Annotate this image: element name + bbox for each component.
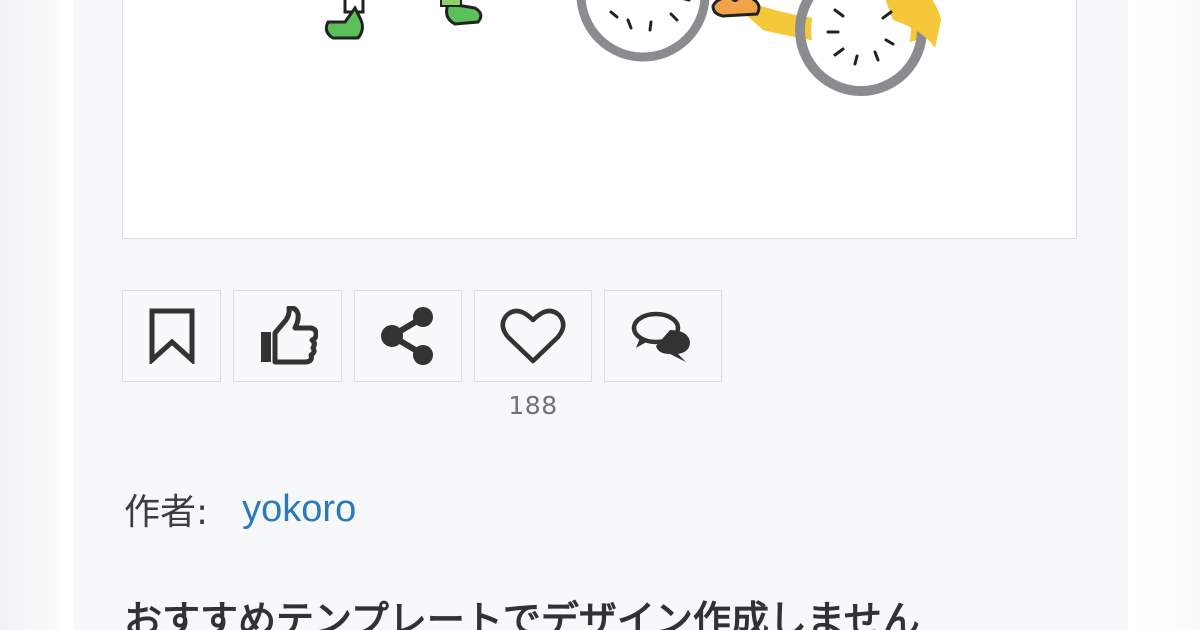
template-preview-image[interactable] [122, 0, 1077, 239]
bicycle-drawing [576, 0, 941, 96]
bookmark-button[interactable] [122, 290, 221, 382]
author-label: 作者: [124, 492, 209, 533]
heart-icon [500, 308, 566, 364]
share-button[interactable] [354, 290, 462, 382]
right-gutter [1130, 0, 1200, 630]
like-button[interactable] [233, 290, 342, 382]
author-row: 作者: yokoro [124, 484, 356, 534]
left-gutter [0, 0, 60, 630]
promo-heading: おすすめテンプレートでデザイン作成しません [124, 598, 920, 630]
comment-icon [631, 311, 690, 362]
favorite-count: 188 [508, 391, 558, 420]
page: 188 作者: yokoro おすすめテンプレートでデザイン作成しません [0, 0, 1200, 630]
child-legs-illustration [324, 0, 483, 40]
bookmark-icon [149, 308, 194, 364]
share-icon [381, 307, 433, 365]
bicycle-illustration [324, 0, 941, 96]
thumbs-up-icon [260, 306, 318, 365]
comment-button[interactable] [604, 290, 722, 382]
favorite-button[interactable] [474, 290, 592, 382]
author-link[interactable]: yokoro [242, 488, 356, 531]
